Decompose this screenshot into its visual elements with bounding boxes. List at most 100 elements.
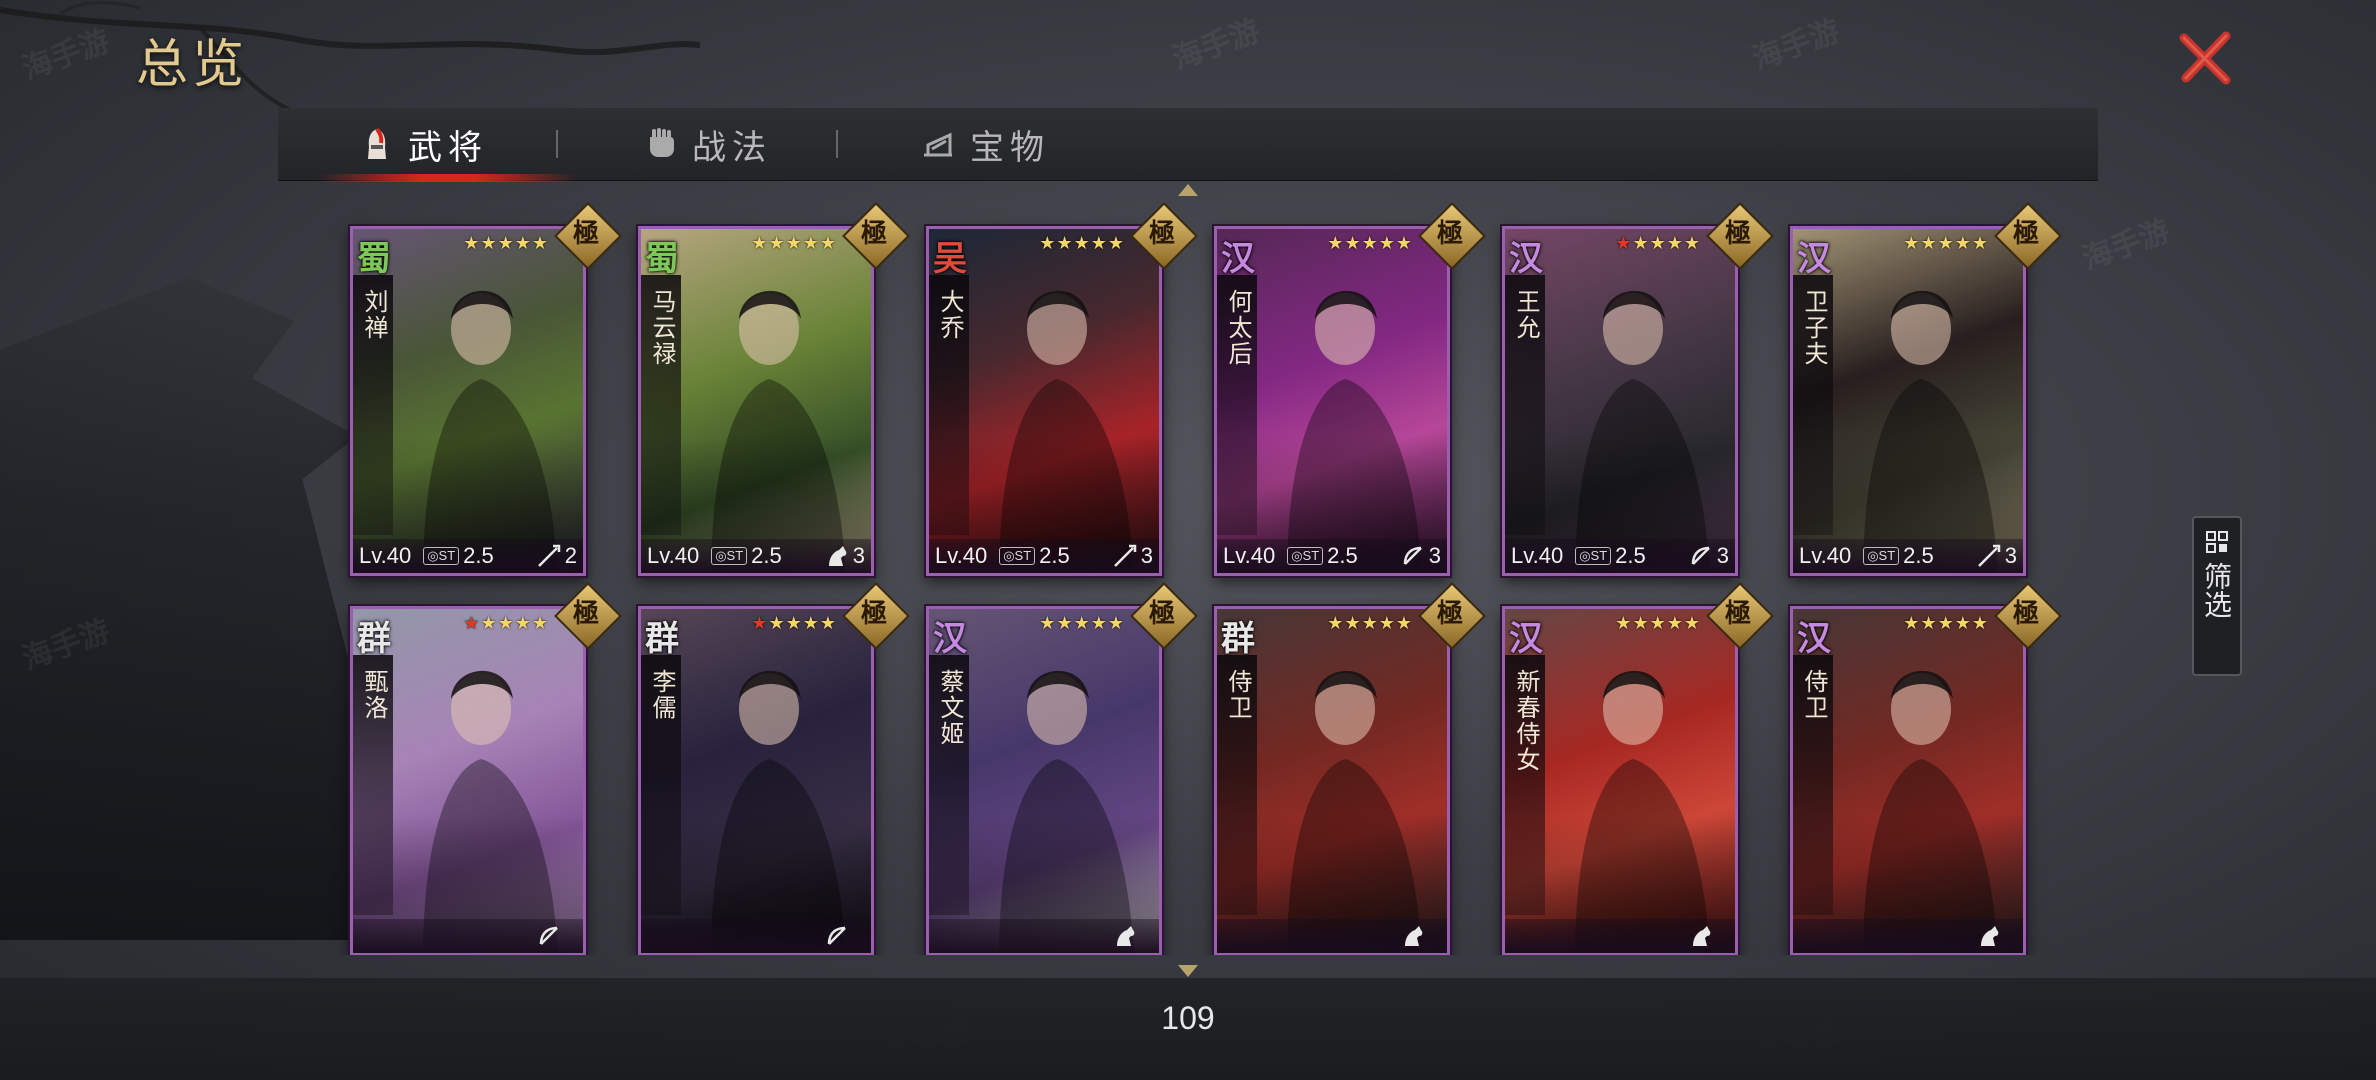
tab-separator xyxy=(556,130,558,158)
general-card[interactable]: 汉王允 ★★★★★ Lv.40 ◎ST 2.5 3 xyxy=(1502,226,1738,576)
horse-icon xyxy=(1981,926,1999,946)
general-card[interactable]: 群甄洛 ★★★★★ xyxy=(350,606,586,955)
star-icon: ★ xyxy=(819,233,837,254)
star-icon: ★ xyxy=(1649,613,1667,634)
star-icon: ★ xyxy=(1073,233,1091,254)
faction-label: 汉 xyxy=(933,619,967,659)
star-icon: ★ xyxy=(1056,233,1074,254)
general-card[interactable]: 汉卫子夫 ★★★★★ Lv.40 ◎ST 2.5 3 xyxy=(1790,226,2026,576)
star-icon: ★ xyxy=(1361,233,1379,254)
star-icon: ★ xyxy=(785,233,803,254)
troop-count: 3 xyxy=(852,543,865,568)
tab-tactics[interactable]: 战法 xyxy=(644,108,772,180)
star-rating: ★★★★★ xyxy=(463,233,549,254)
tab-generals[interactable]: 武将 xyxy=(360,108,488,180)
star-icon: ★ xyxy=(1090,233,1108,254)
star-rating: ★★★★★ xyxy=(463,613,549,634)
rank-label: 極 xyxy=(1724,599,1751,629)
star-icon: ★ xyxy=(497,233,515,254)
star-icon: ★ xyxy=(497,613,515,634)
general-card[interactable]: 群李儒 ★★★★★ xyxy=(638,606,874,955)
general-name: 蔡文姬 xyxy=(936,669,964,747)
filter-label: 筛选 xyxy=(2200,562,2233,618)
star-icon: ★ xyxy=(1632,233,1650,254)
horse-icon xyxy=(829,546,847,566)
general-card[interactable]: 汉何太后 ★★★★★ Lv.40 ◎ST 2.5 3 xyxy=(1214,226,1450,576)
cost-icon: ◎ST xyxy=(1575,547,1612,565)
general-card[interactable]: 汉新春侍女 ★★★★★ xyxy=(1502,606,1738,955)
general-card[interactable]: 吴大乔 ★★★★★ Lv.40 ◎ST 2.5 3 xyxy=(926,226,1162,576)
cost-value: 2.5 xyxy=(1039,543,1070,568)
star-rating: ★★★★★ xyxy=(1903,233,1989,254)
general-name: 王允 xyxy=(1512,289,1540,341)
star-icon: ★ xyxy=(531,233,549,254)
star-rating: ★★★★★ xyxy=(1615,233,1701,254)
star-icon: ★ xyxy=(1920,233,1938,254)
level-label: Lv.40 xyxy=(359,543,412,568)
scroll-down-arrow[interactable] xyxy=(1178,965,1198,977)
watermark: 海手游 xyxy=(17,613,115,678)
star-icon: ★ xyxy=(1107,233,1125,254)
star-icon: ★ xyxy=(514,233,532,254)
level-label: Lv.40 xyxy=(935,543,988,568)
general-card[interactable]: 蜀马云禄 ★★★★★ Lv.40 ◎ST 2.5 3 xyxy=(638,226,874,576)
filter-button[interactable]: 筛选 xyxy=(2192,516,2242,676)
general-card[interactable]: 蜀刘禅 ★★★★★ Lv.40 ◎ST 2.5 2 xyxy=(350,226,586,576)
general-card[interactable]: 汉侍卫 ★★★★★ xyxy=(1790,606,2026,955)
star-icon: ★ xyxy=(1090,613,1108,634)
card-stats-bar: Lv.40 ◎ST 2.5 3 xyxy=(1793,539,2023,573)
star-icon: ★ xyxy=(480,613,498,634)
bow-icon xyxy=(1403,546,1422,565)
general-card[interactable]: 汉蔡文姬 ★★★★★ xyxy=(926,606,1162,955)
star-icon: ★ xyxy=(819,613,837,634)
star-icon: ★ xyxy=(1056,613,1074,634)
star-rating: ★★★★★ xyxy=(1615,613,1701,634)
star-rating: ★★★★★ xyxy=(751,233,837,254)
star-icon: ★ xyxy=(1971,233,1989,254)
star-icon: ★ xyxy=(768,613,786,634)
general-name: 甄洛 xyxy=(360,669,388,721)
general-card[interactable]: 群侍卫 ★★★★★ xyxy=(1214,606,1450,955)
horse-icon xyxy=(1693,926,1711,946)
spear-icon xyxy=(1978,544,2001,567)
faction-label: 群 xyxy=(357,619,391,659)
star-icon: ★ xyxy=(1039,233,1057,254)
horse-icon xyxy=(1405,926,1423,946)
tab-treasures[interactable]: 宝物 xyxy=(922,108,1050,180)
tab-label: 武将 xyxy=(408,127,488,168)
rank-label: 極 xyxy=(1724,219,1751,249)
faction-label: 汉 xyxy=(1509,239,1543,279)
faction-label: 群 xyxy=(645,619,679,659)
star-rating: ★★★★★ xyxy=(1327,613,1413,634)
star-icon: ★ xyxy=(1327,613,1345,634)
bow-icon xyxy=(1691,546,1710,565)
rank-label: 極 xyxy=(2012,599,2039,629)
faction-label: 群 xyxy=(1221,619,1255,659)
general-name: 新春侍女 xyxy=(1512,669,1540,773)
faction-label: 汉 xyxy=(1509,619,1543,659)
watermark: 海手游 xyxy=(17,23,115,88)
red-star-icon: ★ xyxy=(463,613,481,634)
star-icon: ★ xyxy=(1395,233,1413,254)
cost-value: 2.5 xyxy=(751,543,782,568)
card-stats-bar xyxy=(1217,919,1447,953)
watermark: 海手游 xyxy=(1747,13,1845,78)
star-icon: ★ xyxy=(802,233,820,254)
general-name: 侍卫 xyxy=(1800,669,1828,721)
scroll-up-arrow[interactable] xyxy=(1178,184,1198,196)
general-name: 侍卫 xyxy=(1224,669,1252,721)
card-stats-bar xyxy=(641,919,871,953)
card-stats-bar: Lv.40 ◎ST 2.5 3 xyxy=(929,539,1159,573)
rank-label: 極 xyxy=(1148,219,1175,249)
star-rating: ★★★★★ xyxy=(1039,233,1125,254)
horse-icon xyxy=(1117,926,1135,946)
cost-icon: ◎ST xyxy=(711,547,748,565)
card-stats-bar: Lv.40 ◎ST 2.5 3 xyxy=(1505,539,1735,573)
bow-icon xyxy=(539,926,558,945)
spear-icon xyxy=(1114,544,1137,567)
general-name: 刘禅 xyxy=(360,289,388,341)
close-icon[interactable] xyxy=(2176,28,2236,88)
star-icon: ★ xyxy=(785,613,803,634)
tab-label: 战法 xyxy=(692,127,772,168)
star-icon: ★ xyxy=(768,233,786,254)
